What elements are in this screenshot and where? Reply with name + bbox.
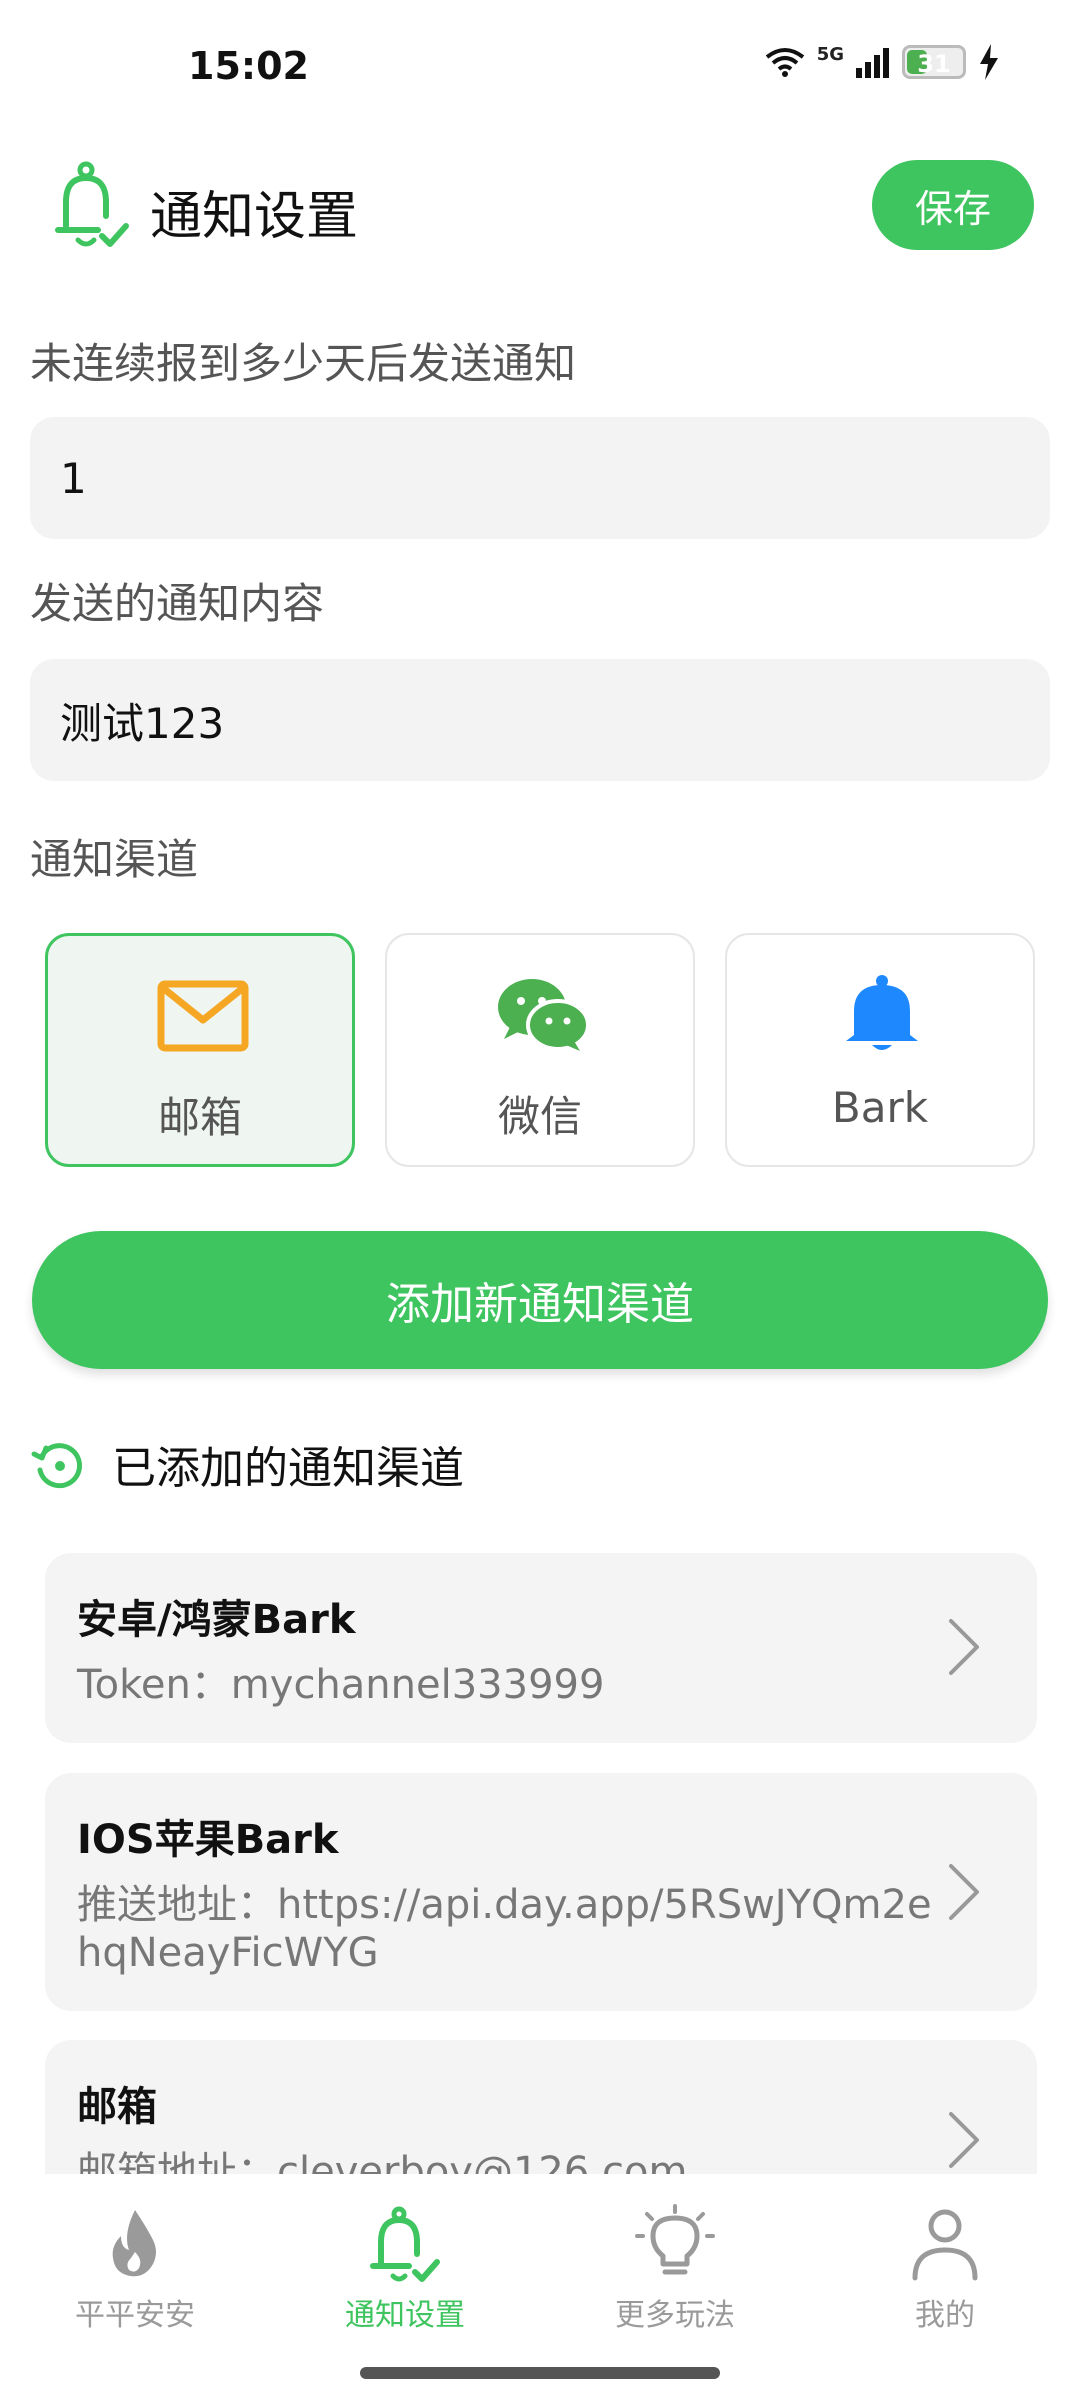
wechat-icon bbox=[498, 979, 590, 1051]
status-icons: 5G 31 bbox=[765, 44, 1000, 80]
channel-option-label: Bark bbox=[831, 1083, 929, 1132]
nav-item-profile[interactable]: 我的 bbox=[810, 2204, 1080, 2334]
channel-option-bark[interactable]: Bark bbox=[725, 933, 1035, 1167]
notification-settings-screen: 15:02 5G 31 通知设置 保存 未连续报到多少天后发送通知 1 发送的通… bbox=[0, 0, 1080, 2400]
nav-item-home[interactable]: 平平安安 bbox=[0, 2204, 270, 2334]
nav-label: 更多玩法 bbox=[615, 2298, 735, 2333]
status-time: 15:02 bbox=[188, 44, 309, 88]
days-label: 未连续报到多少天后发送通知 bbox=[30, 339, 577, 388]
add-channel-button[interactable]: 添加新通知渠道 bbox=[32, 1231, 1048, 1369]
nav-item-notification-settings[interactable]: 通知设置 bbox=[270, 2204, 540, 2334]
channel-option-wechat[interactable]: 微信 bbox=[385, 933, 695, 1167]
channel-option-label: 微信 bbox=[497, 1092, 582, 1141]
content-input[interactable]: 测试123 bbox=[30, 659, 1050, 781]
header: 通知设置 保存 bbox=[0, 150, 1080, 270]
status-bar: 15:02 5G 31 bbox=[0, 0, 1080, 130]
mail-icon bbox=[157, 980, 249, 1052]
nav-label: 我的 bbox=[915, 2298, 975, 2333]
added-channels-header: 已添加的通知渠道 bbox=[30, 1432, 464, 1496]
home-indicator[interactable] bbox=[360, 2367, 720, 2379]
added-channel-detail: 推送地址：https://api.day.app/5RSwJYQm2ehqNea… bbox=[77, 1882, 932, 1976]
flame-icon bbox=[112, 2210, 156, 2277]
added-channel-detail: Token：mychannel333999 bbox=[77, 1662, 605, 1708]
bell-check-icon bbox=[370, 2206, 440, 2282]
bell-check-icon bbox=[55, 161, 129, 247]
chevron-right-icon bbox=[949, 1619, 979, 1675]
battery-level: 31 bbox=[917, 50, 951, 78]
charging-icon bbox=[980, 44, 998, 80]
added-channel-title: 邮箱 bbox=[77, 2084, 157, 2130]
chevron-right-icon bbox=[949, 2112, 979, 2168]
chevron-right-icon bbox=[949, 1864, 979, 1920]
bell-icon bbox=[846, 975, 918, 1050]
added-channel-title: 安卓/鸿蒙Bark bbox=[77, 1597, 356, 1643]
nav-label: 通知设置 bbox=[345, 2298, 465, 2333]
save-button[interactable]: 保存 bbox=[872, 160, 1034, 250]
network-type: 5G bbox=[816, 44, 844, 65]
channel-option-label: 邮箱 bbox=[157, 1093, 242, 1142]
nav-label: 平平安安 bbox=[75, 2298, 195, 2333]
channels-label: 通知渠道 bbox=[30, 835, 199, 884]
wifi-icon bbox=[765, 48, 804, 77]
days-input[interactable]: 1 bbox=[30, 417, 1050, 539]
added-channels-title: 已添加的通知渠道 bbox=[112, 1443, 464, 1494]
signal-icon bbox=[856, 48, 889, 78]
person-icon bbox=[912, 2209, 978, 2281]
added-channel-item[interactable]: 安卓/鸿蒙Bark Token：mychannel333999 bbox=[45, 1553, 1037, 1743]
content-label: 发送的通知内容 bbox=[30, 579, 325, 628]
nav-item-more[interactable]: 更多玩法 bbox=[540, 2204, 810, 2334]
added-channel-item[interactable]: IOS苹果Bark 推送地址：https://api.day.app/5RSwJ… bbox=[45, 1773, 1037, 2011]
history-icon bbox=[31, 1443, 82, 1489]
channel-option-email[interactable]: 邮箱 bbox=[45, 933, 355, 1167]
added-channel-title: IOS苹果Bark bbox=[77, 1817, 339, 1863]
page-title: 通知设置 bbox=[150, 187, 359, 247]
battery-icon: 31 bbox=[902, 45, 966, 79]
bulb-icon bbox=[635, 2204, 715, 2275]
